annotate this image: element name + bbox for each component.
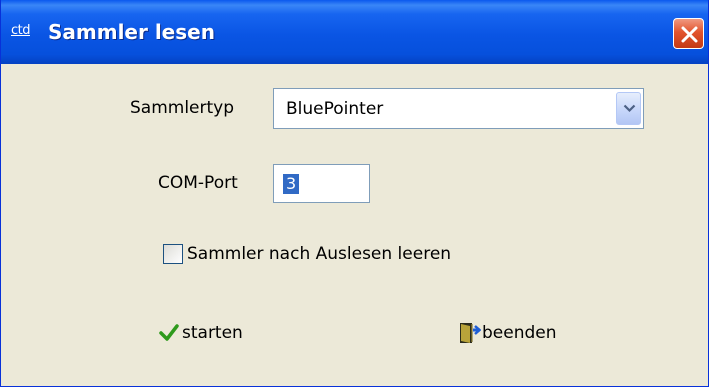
title-bar[interactable]: ctd Sammler lesen	[1, 0, 708, 64]
sammlertyp-label: Sammlertyp	[130, 98, 235, 118]
checkmark-icon	[159, 324, 179, 341]
exit-door-icon	[460, 323, 481, 343]
close-icon	[681, 26, 698, 43]
close-button[interactable]	[673, 18, 704, 49]
dialog-window: ctd Sammler lesen Sammlertyp BluePointer…	[0, 0, 709, 387]
start-button[interactable]: starten	[159, 320, 243, 346]
app-logo-icon: ctd	[11, 23, 31, 38]
comport-value: 3	[283, 174, 300, 194]
start-button-label: starten	[182, 323, 243, 343]
sammlertyp-selected-value: BluePointer	[286, 99, 384, 119]
comport-label: COM-Port	[158, 173, 238, 193]
window-title: Sammler lesen	[48, 20, 215, 44]
end-button[interactable]: beenden	[459, 320, 557, 346]
comport-input[interactable]: 3	[273, 164, 370, 203]
chevron-down-icon	[623, 104, 636, 113]
clear-after-read-checkbox[interactable]	[163, 244, 183, 264]
sammlertyp-select[interactable]: BluePointer	[273, 88, 644, 129]
clear-after-read-label[interactable]: Sammler nach Auslesen leeren	[187, 244, 451, 264]
end-button-label: beenden	[482, 323, 557, 343]
dropdown-button[interactable]	[616, 92, 641, 125]
